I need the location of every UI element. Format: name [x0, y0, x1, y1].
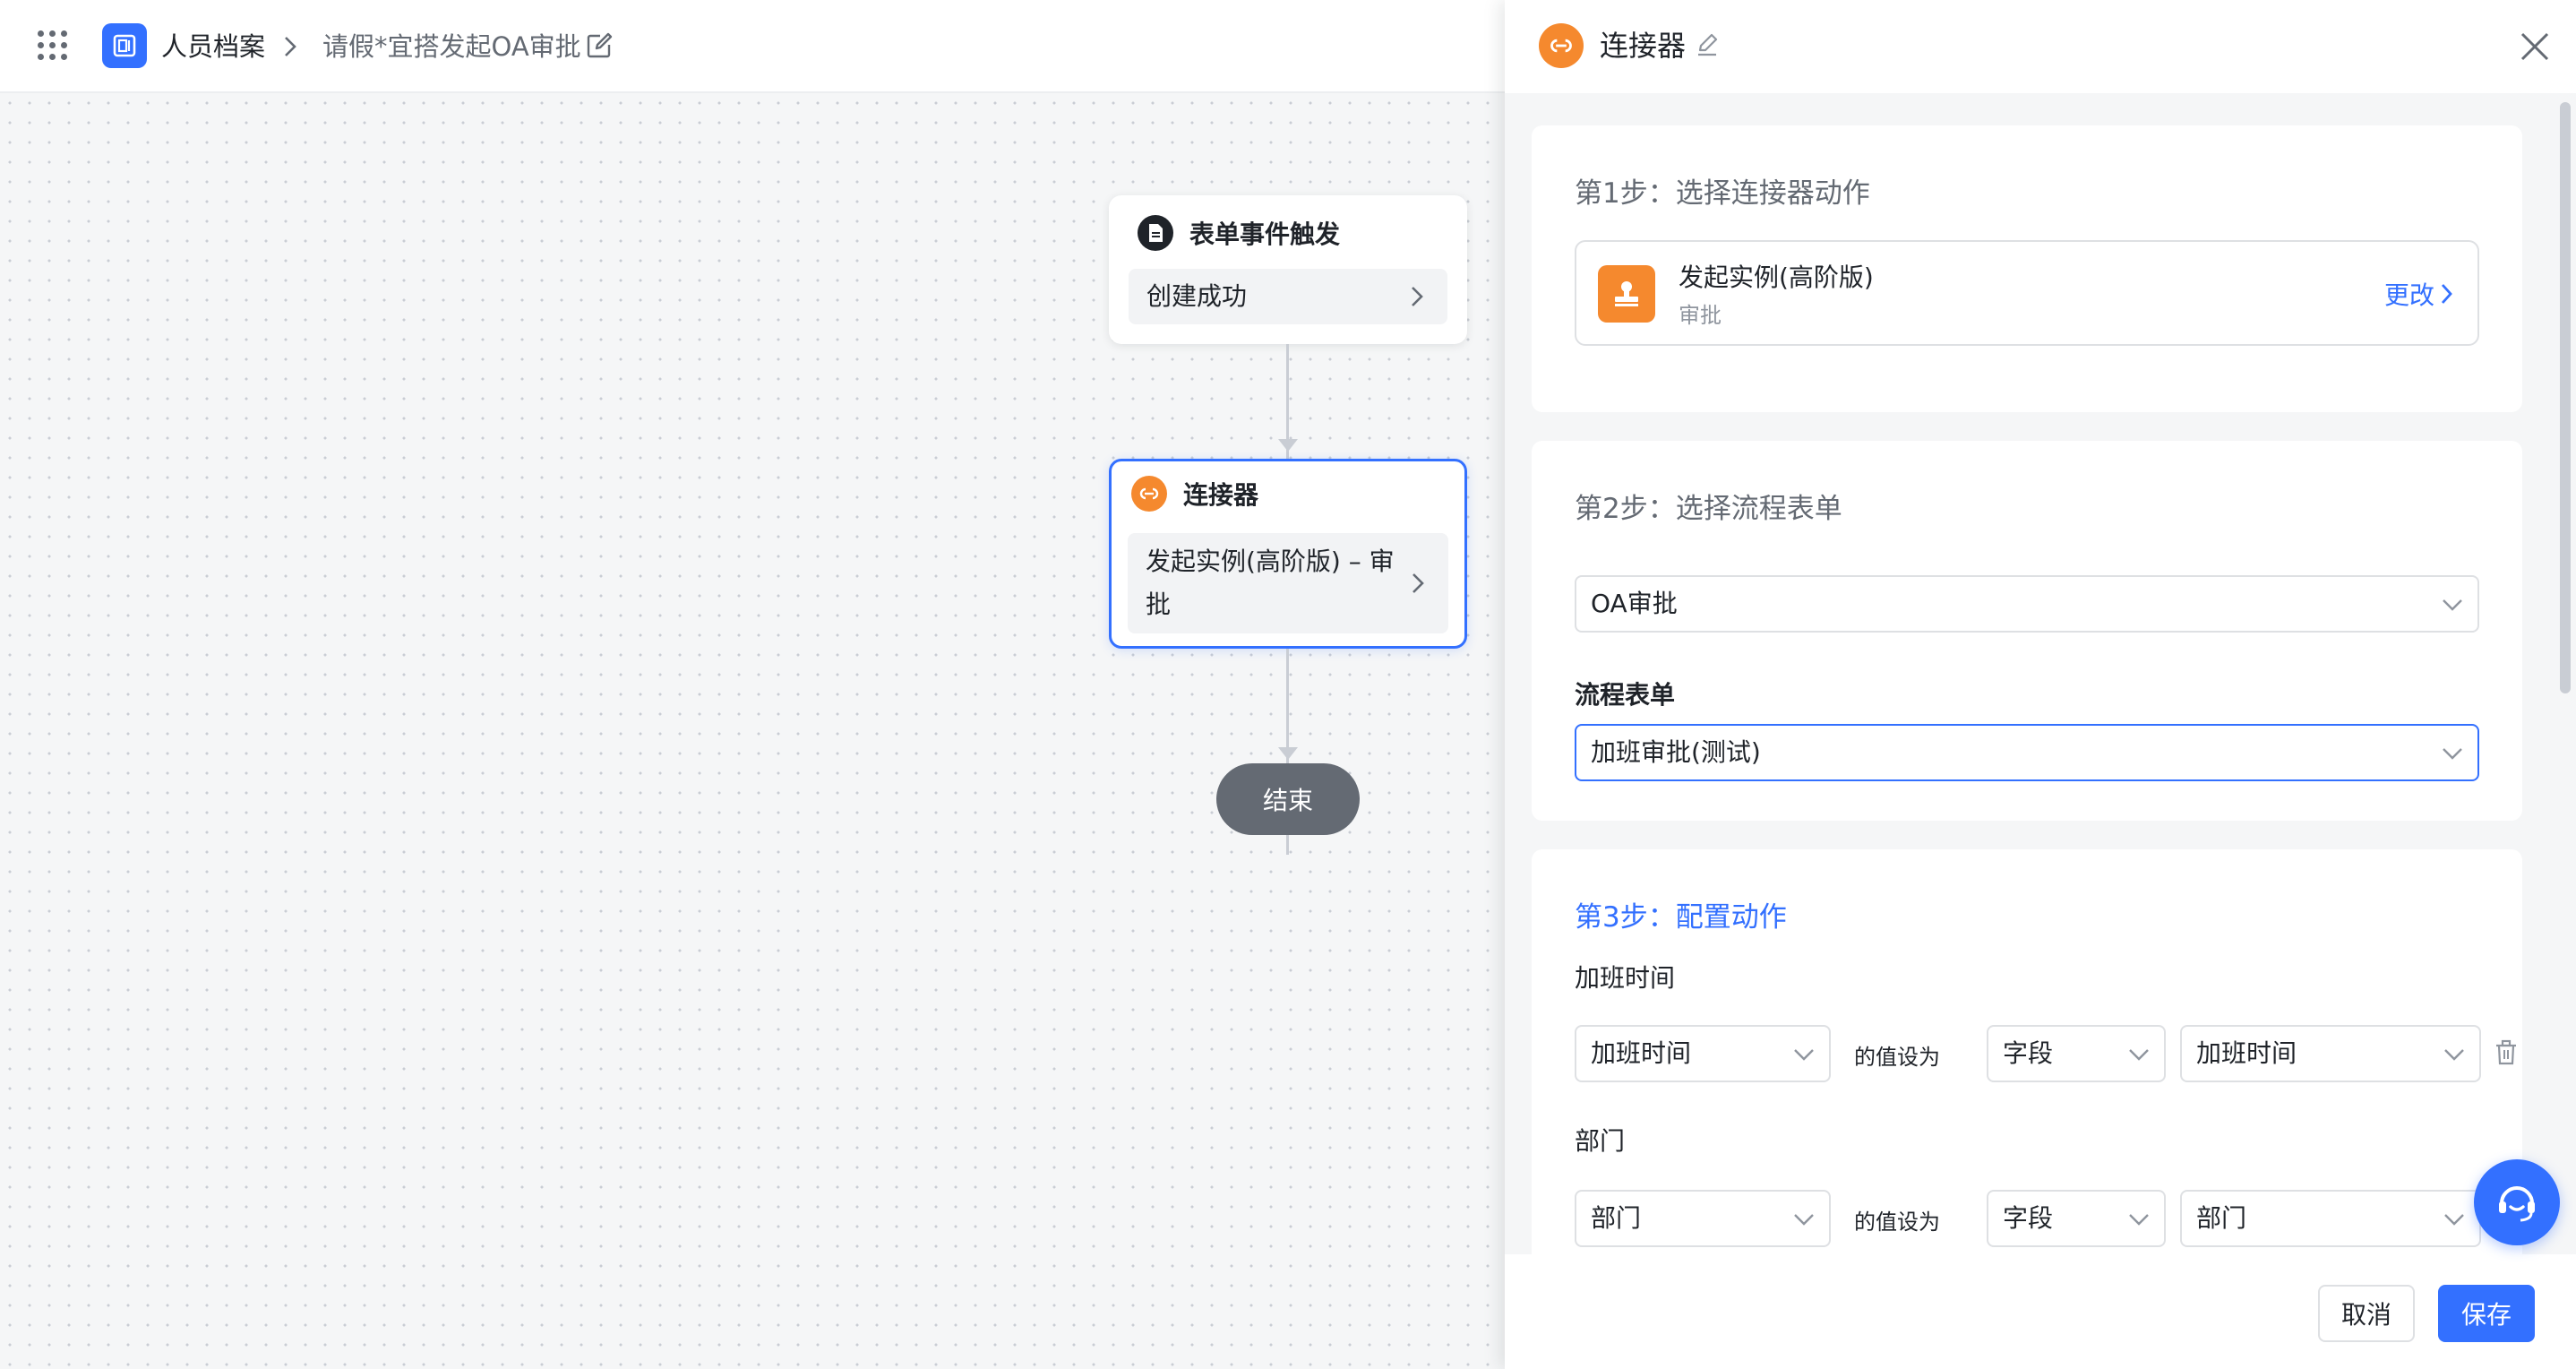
- source-value-select[interactable]: 部门: [2180, 1190, 2481, 1247]
- target-field-select[interactable]: 部门: [1575, 1190, 1831, 1247]
- chevron-down-icon: [2444, 1214, 2464, 1226]
- mapping-row-label: 部门: [1575, 1126, 1626, 1156]
- step2-title: 第2步：选择流程表单: [1575, 493, 1842, 525]
- action-name: 发起实例(高阶版): [1679, 263, 1874, 292]
- trigger-node-title: 表单事件触发: [1138, 215, 1340, 251]
- edit-icon[interactable]: [584, 30, 614, 61]
- panel-header: 连接器: [1505, 0, 2576, 93]
- stamp-icon: [1598, 265, 1655, 323]
- cancel-button[interactable]: 取消: [2318, 1285, 2415, 1342]
- pencil-icon[interactable]: [1695, 32, 1720, 57]
- chevron-right-icon: [285, 37, 296, 56]
- connector-config-panel: 连接器 第1步：选择连接器动作 发起实例(高阶版) 审批 更改 第2步：选择流程…: [1505, 0, 2576, 1369]
- trigger-node-body[interactable]: 创建成功: [1129, 269, 1447, 324]
- chevron-right-icon: [1413, 573, 1424, 593]
- source-value-value: 加班时间: [2196, 1038, 2297, 1068]
- form-app-icon[interactable]: [102, 23, 147, 68]
- top-bar: 人员档案 请假*宜搭发起OA审批: [0, 0, 1505, 93]
- chevron-down-icon: [2444, 1049, 2464, 1061]
- panel-footer: 取消 保存: [1505, 1254, 2576, 1369]
- source-type-value: 字段: [2003, 1038, 2054, 1068]
- change-action-link[interactable]: 更改: [2384, 276, 2458, 312]
- connector-node-body[interactable]: 发起实例(高阶版) – 审批: [1128, 533, 1448, 633]
- app-select[interactable]: OA审批: [1575, 575, 2479, 633]
- mapping-row-label: 加班时间: [1575, 963, 1676, 993]
- source-value-value: 部门: [2196, 1203, 2247, 1233]
- connector-link-icon: [1539, 23, 1584, 68]
- form-doc-icon: [1138, 215, 1173, 251]
- form-select[interactable]: 加班审批(测试): [1575, 724, 2479, 781]
- chevron-down-icon: [1794, 1049, 1814, 1061]
- chevron-right-icon: [2441, 284, 2452, 304]
- source-type-select[interactable]: 字段: [1987, 1190, 2166, 1247]
- step1-title: 第1步：选择连接器动作: [1575, 177, 1870, 210]
- connector-node[interactable]: 连接器 发起实例(高阶版) – 审批: [1109, 459, 1467, 649]
- panel-scrollbar[interactable]: [2560, 102, 2571, 693]
- customer-service-icon[interactable]: [2474, 1159, 2560, 1245]
- flow-arrow-icon: [1278, 747, 1298, 760]
- source-type-select[interactable]: 字段: [1987, 1025, 2166, 1082]
- value-set-label: 的值设为: [1854, 1210, 1940, 1235]
- target-field-value: 加班时间: [1591, 1038, 1692, 1068]
- chevron-down-icon: [2443, 599, 2462, 611]
- delete-icon[interactable]: [2494, 1039, 2519, 1066]
- connector-node-title-text: 连接器: [1183, 480, 1259, 510]
- close-icon[interactable]: [2515, 27, 2555, 66]
- step3-title: 第3步：配置动作: [1575, 901, 1787, 934]
- breadcrumb-current-flow: 请假*宜搭发起OA审批: [322, 31, 581, 62]
- apps-grid-icon[interactable]: [38, 30, 68, 61]
- value-set-label: 的值设为: [1854, 1045, 1940, 1070]
- connector-link-icon: [1131, 476, 1167, 512]
- target-field-select[interactable]: 加班时间: [1575, 1025, 1831, 1082]
- breadcrumb-app-name[interactable]: 人员档案: [161, 27, 265, 66]
- step1-card: 第1步：选择连接器动作 发起实例(高阶版) 审批 更改: [1532, 125, 2522, 412]
- form-select-value: 加班审批(测试): [1591, 737, 1761, 767]
- step2-card: 第2步：选择流程表单 OA审批 流程表单 加班审批(测试): [1532, 441, 2522, 821]
- change-action-label: 更改: [2383, 280, 2434, 310]
- selected-action-box[interactable]: 发起实例(高阶版) 审批 更改: [1575, 240, 2479, 346]
- trigger-node-body-text: 创建成功: [1146, 281, 1248, 311]
- flow-canvas[interactable]: 表单事件触发 创建成功 连接器 发起实例(高阶版) – 审批 结束: [0, 93, 1505, 1369]
- app-select-value: OA审批: [1591, 589, 1678, 618]
- action-category: 审批: [1679, 303, 1722, 328]
- flow-arrow-icon: [1278, 439, 1298, 452]
- source-value-select[interactable]: 加班时间: [2180, 1025, 2481, 1082]
- save-button[interactable]: 保存: [2438, 1285, 2535, 1342]
- chevron-down-icon: [2129, 1214, 2149, 1226]
- target-field-value: 部门: [1591, 1203, 1642, 1233]
- chevron-down-icon: [2129, 1049, 2149, 1061]
- trigger-node-title-text: 表单事件触发: [1189, 220, 1341, 249]
- source-type-value: 字段: [2003, 1203, 2054, 1233]
- connector-node-body-text: 发起实例(高阶版) – 审批: [1146, 547, 1395, 619]
- end-node[interactable]: 结束: [1216, 763, 1360, 835]
- chevron-right-icon: [1412, 287, 1423, 306]
- connector-node-title: 连接器: [1131, 476, 1258, 512]
- chevron-down-icon: [2443, 748, 2462, 760]
- panel-scroll-area[interactable]: 第1步：选择连接器动作 发起实例(高阶版) 审批 更改 第2步：选择流程表单 O…: [1505, 93, 2576, 1254]
- form-label: 流程表单: [1575, 680, 1676, 710]
- trigger-node[interactable]: 表单事件触发 创建成功: [1109, 195, 1467, 344]
- chevron-down-icon: [1794, 1214, 1814, 1226]
- step3-card: 第3步：配置动作 加班时间 加班时间 的值设为 字段 加班时间 部门 部门 的值…: [1532, 849, 2522, 1254]
- panel-title: 连接器: [1600, 29, 1687, 63]
